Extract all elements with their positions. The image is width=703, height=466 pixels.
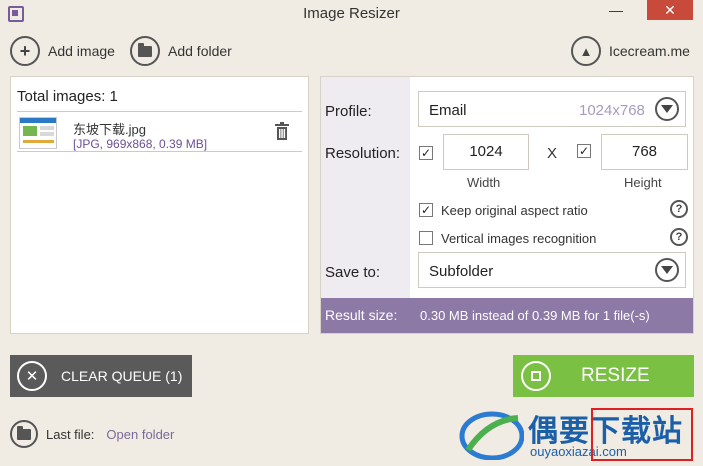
save-to-value: Subfolder xyxy=(429,263,494,280)
total-images-label: Total images: 1 xyxy=(17,88,118,105)
help-icon[interactable]: ? xyxy=(670,200,688,218)
help-icon[interactable]: ? xyxy=(670,228,688,246)
close-icon: ✕ xyxy=(17,361,47,391)
add-image-button[interactable]: + Add image xyxy=(10,36,115,66)
profile-dropdown[interactable]: Email 1024x768 xyxy=(418,91,686,127)
folder-icon xyxy=(130,36,160,66)
resize-label: RESIZE xyxy=(581,365,650,386)
divider xyxy=(17,111,302,112)
save-to-label: Save to: xyxy=(325,264,381,281)
vertical-recognition-label: Vertical images recognition xyxy=(441,231,597,246)
clear-queue-button[interactable]: ✕ CLEAR QUEUE (1) xyxy=(10,355,192,397)
result-size-label: Result size: xyxy=(325,307,398,323)
last-file-label: Last file: xyxy=(46,426,95,442)
keep-aspect-checkbox[interactable]: ✓ xyxy=(419,203,433,217)
icecream-icon: ▲ xyxy=(571,36,601,66)
brand-link[interactable]: ▲ Icecream.me xyxy=(571,36,690,66)
watermark-highlight-box xyxy=(591,408,693,461)
title-bar: Image Resizer — ✕ xyxy=(0,0,703,28)
x-separator: X xyxy=(547,145,558,162)
clear-queue-label: CLEAR QUEUE (1) xyxy=(61,368,183,384)
file-info: [JPG, 969x868, 0.39 MB] xyxy=(73,137,208,151)
height-caption: Height xyxy=(624,175,662,190)
save-to-dropdown[interactable]: Subfolder xyxy=(418,252,686,288)
watermark: 偶要下载站 ouyaoxiazai.com xyxy=(458,404,698,464)
resize-icon xyxy=(521,361,551,391)
last-file-row: Last file: Open folder xyxy=(10,419,174,449)
trash-icon[interactable] xyxy=(274,122,290,140)
chevron-down-icon xyxy=(655,258,679,282)
close-button[interactable]: ✕ xyxy=(647,0,693,20)
window-title: Image Resizer xyxy=(303,5,400,22)
settings-panel: Profile: Email 1024x768 Resolution: ✓ 10… xyxy=(320,76,694,334)
profile-label: Profile: xyxy=(325,103,372,120)
resolution-label: Resolution: xyxy=(325,145,401,162)
add-folder-button[interactable]: Add folder xyxy=(130,36,232,66)
add-folder-label: Add folder xyxy=(168,43,232,59)
image-queue-panel: Total images: 1 东坡下载.jpg [JPG, 969x868, … xyxy=(10,76,309,334)
folder-icon[interactable] xyxy=(10,420,38,448)
plus-icon: + xyxy=(10,36,40,66)
keep-aspect-label: Keep original aspect ratio xyxy=(441,203,588,218)
result-size-text: 0.30 MB instead of 0.39 MB for 1 file(-s… xyxy=(420,308,650,323)
profile-size: 1024x768 xyxy=(579,102,645,119)
open-folder-link[interactable]: Open folder xyxy=(106,427,174,442)
width-checkbox[interactable]: ✓ xyxy=(419,146,433,160)
height-checkbox[interactable]: ✓ xyxy=(577,144,591,158)
minimize-button[interactable]: — xyxy=(603,0,629,20)
add-image-label: Add image xyxy=(48,43,115,59)
vertical-recognition-checkbox[interactable] xyxy=(419,231,433,245)
watermark-logo xyxy=(459,411,524,460)
chevron-down-icon xyxy=(655,97,679,121)
image-thumbnail[interactable] xyxy=(19,117,57,149)
brand-label: Icecream.me xyxy=(609,43,690,59)
profile-value: Email xyxy=(429,102,467,119)
result-size-bar: Result size: 0.30 MB instead of 0.39 MB … xyxy=(321,298,693,333)
height-input[interactable]: 768 xyxy=(601,134,688,170)
width-caption: Width xyxy=(467,175,501,190)
divider xyxy=(17,151,302,152)
width-input[interactable]: 1024 xyxy=(443,134,529,170)
resize-button[interactable]: RESIZE xyxy=(513,355,694,397)
file-name: 东坡下载.jpg xyxy=(73,122,146,137)
